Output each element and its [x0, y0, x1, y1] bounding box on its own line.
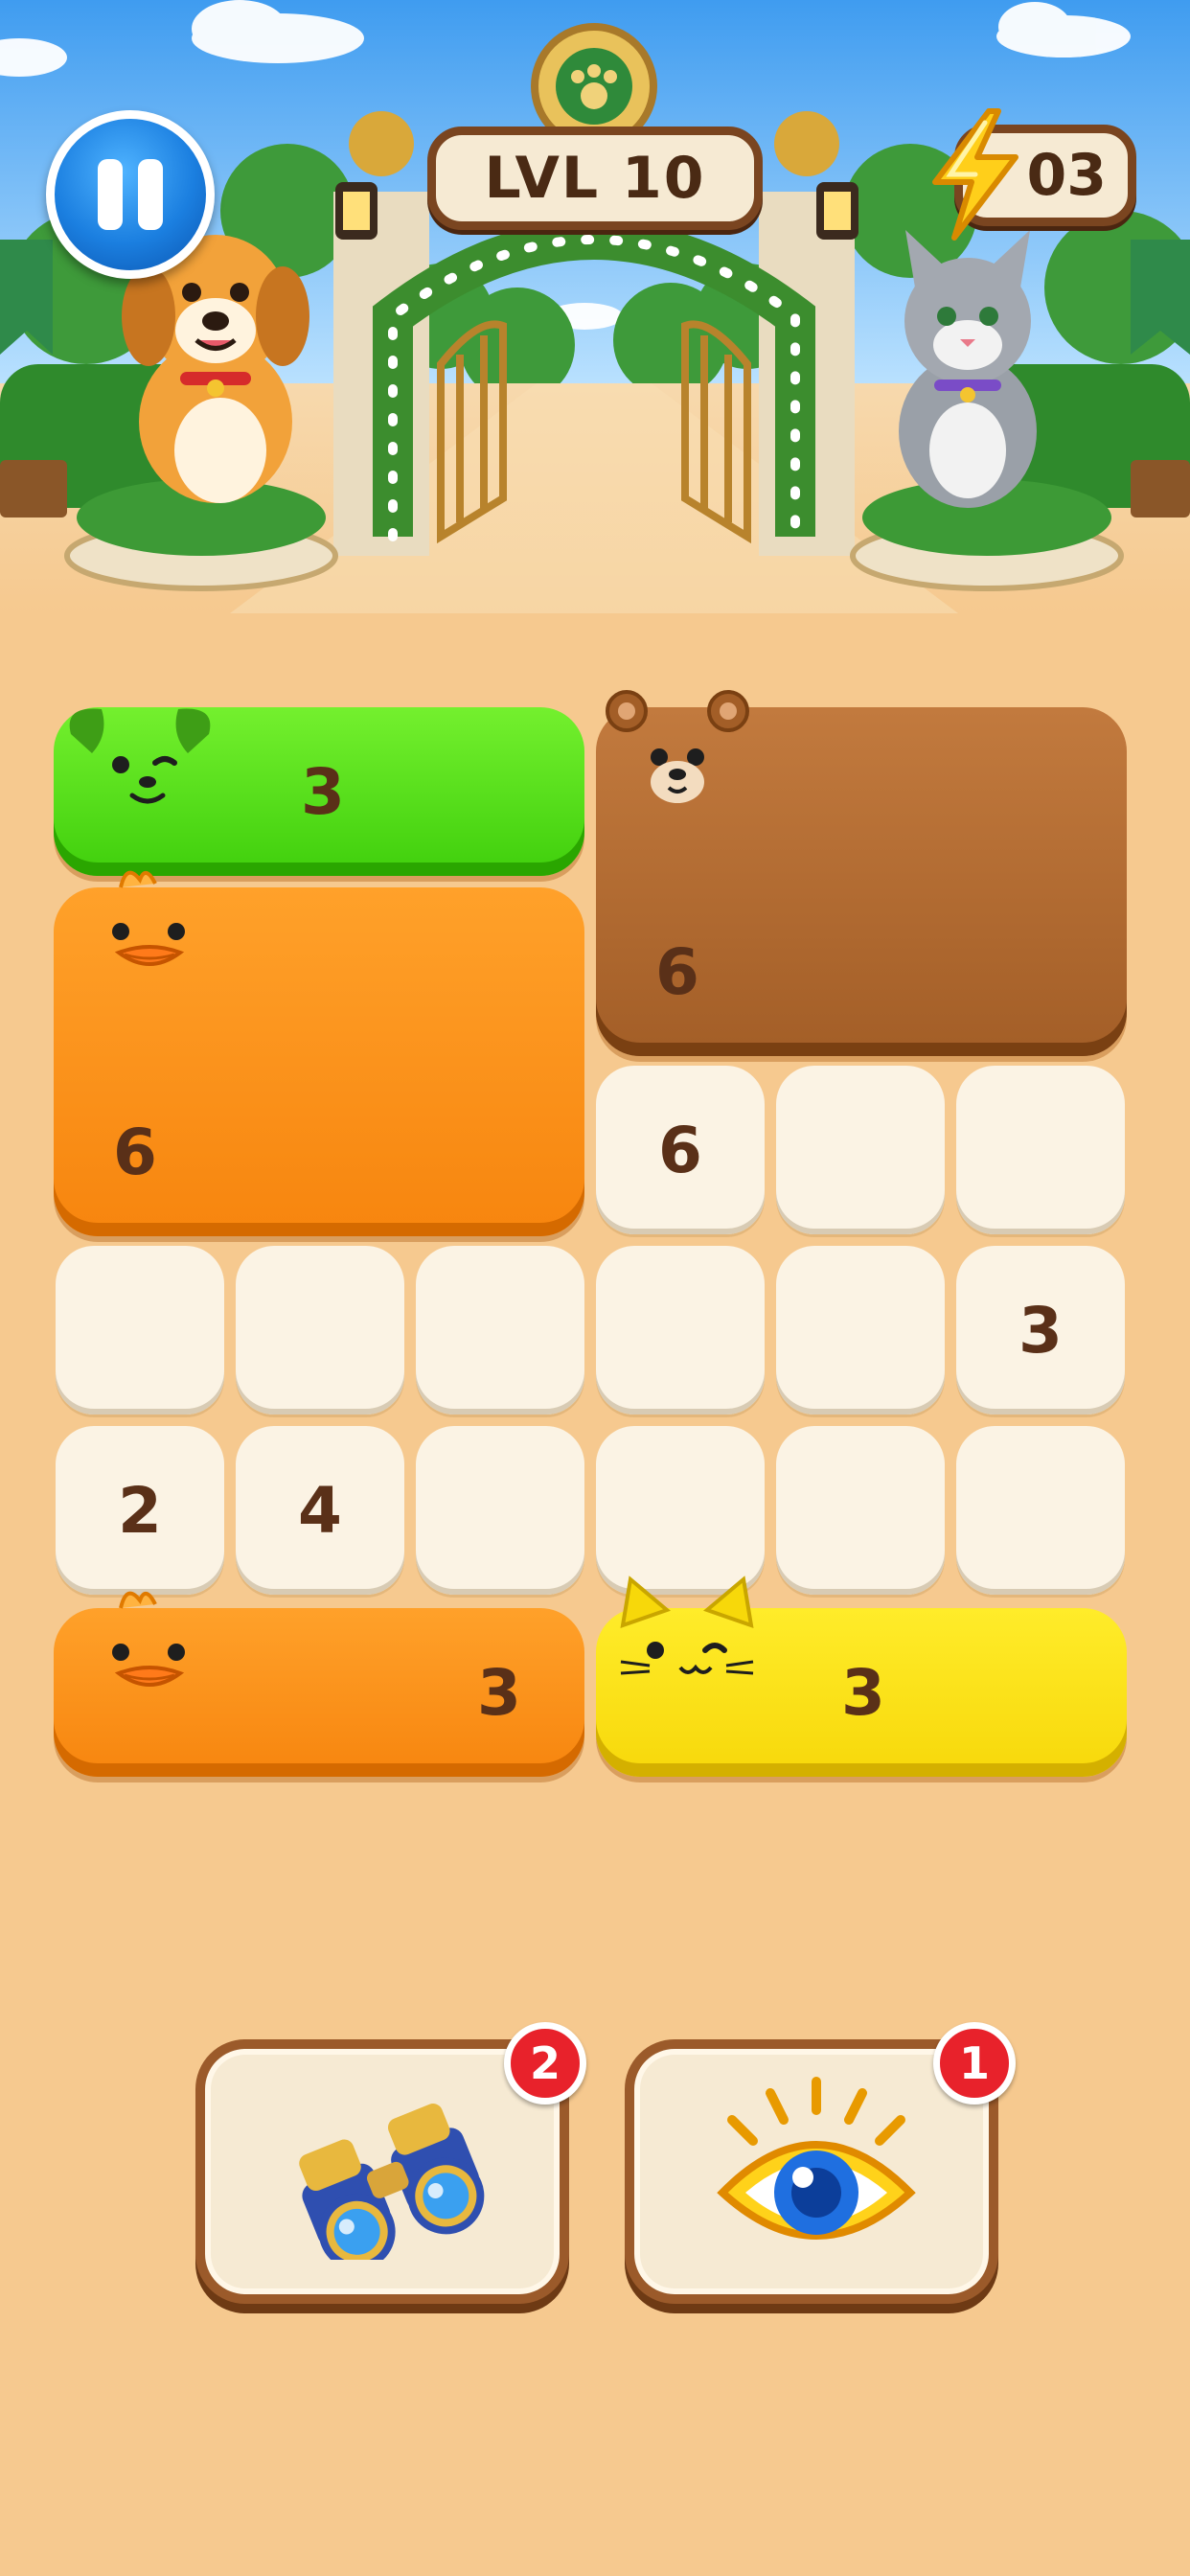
eye-icon	[717, 2077, 916, 2240]
grid-cell[interactable]	[416, 1246, 584, 1414]
pause-icon-bar	[138, 159, 163, 230]
grid-cell[interactable]	[776, 1246, 945, 1414]
dog-block[interactable]: 3	[54, 707, 584, 876]
pause-icon	[98, 159, 123, 230]
eye-count: 1	[958, 2037, 990, 2089]
block-number: 3	[477, 1656, 521, 1730]
grid-cell[interactable]	[956, 1066, 1125, 1234]
grid-cell[interactable]: 2	[56, 1426, 224, 1595]
grid-cell[interactable]: 3	[956, 1246, 1125, 1414]
duck-face-icon	[112, 1591, 185, 1687]
garden-gate-scene: LVL 10 03	[0, 0, 1190, 613]
eye-booster-button[interactable]: 1	[625, 2022, 1016, 2304]
block-number: 6	[655, 935, 699, 1009]
grid-cell[interactable]	[776, 1066, 945, 1234]
bear-face-icon	[606, 690, 749, 803]
cat-face-icon	[620, 1576, 754, 1675]
lightning-bolt-icon	[932, 108, 1018, 241]
grid-cell[interactable]	[416, 1426, 584, 1595]
garden-background	[0, 0, 1190, 613]
energy-count: 03	[1026, 142, 1108, 209]
duck-block-small[interactable]: 3	[54, 1591, 584, 1777]
grid-cell[interactable]: 4	[236, 1426, 404, 1595]
grid-cell[interactable]	[776, 1426, 945, 1595]
grid-cell[interactable]	[596, 1426, 765, 1595]
pause-button[interactable]	[46, 110, 215, 279]
level-label: LVL 10	[484, 145, 706, 212]
duck-block-large[interactable]: 6	[54, 870, 584, 1236]
grid-cell[interactable]	[56, 1246, 224, 1414]
grid-cell[interactable]	[956, 1426, 1125, 1595]
level-indicator: LVL 10	[427, 126, 763, 230]
bear-block[interactable]: 6	[596, 690, 1127, 1056]
grid-cell[interactable]: 6	[596, 1066, 765, 1234]
duck-face-icon	[112, 870, 185, 966]
block-number: 6	[113, 1116, 157, 1189]
binoculars-icon	[299, 2104, 485, 2260]
grid-cell[interactable]	[596, 1246, 765, 1414]
block-number: 3	[301, 755, 345, 829]
binoculars-count-badge: 2	[504, 2022, 586, 2104]
grid-cell[interactable]	[236, 1246, 404, 1414]
binoculars-count: 2	[529, 2037, 561, 2089]
block-number: 3	[841, 1656, 885, 1730]
dog-face-icon	[69, 708, 211, 804]
cat-block[interactable]: 3	[596, 1576, 1127, 1777]
eye-count-badge: 1	[933, 2022, 1016, 2104]
binoculars-booster-button[interactable]: 2	[195, 2022, 586, 2304]
